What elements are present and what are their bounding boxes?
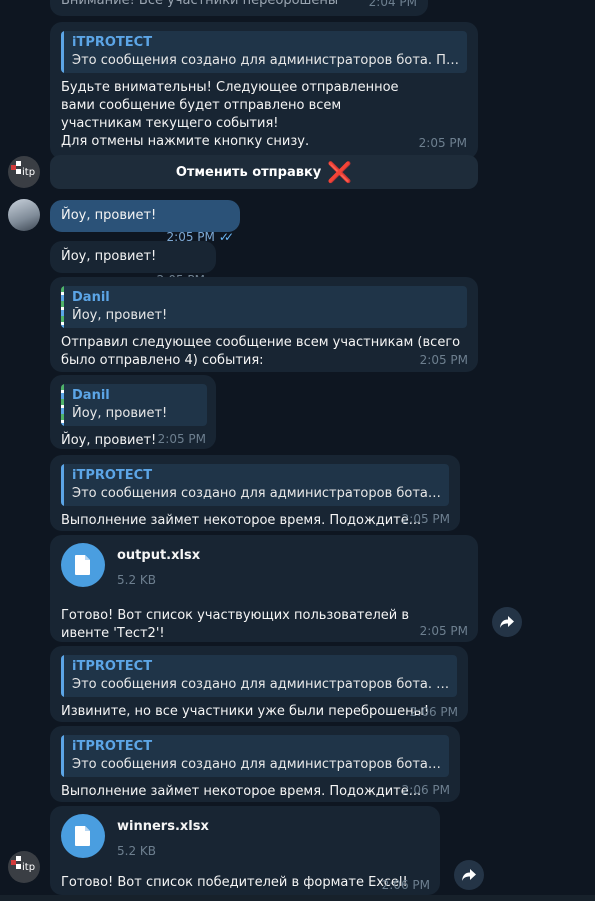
message-bubble: iTPROTECT Это сообщения создано для адми… [50, 726, 460, 802]
user-avatar[interactable] [8, 199, 40, 231]
file-attachment[interactable]: winners.xlsx 5.2 KB [61, 814, 429, 860]
quote-author: Danil [72, 290, 110, 305]
reply-quote[interactable]: Danil Йоу, провиет! [61, 286, 467, 328]
file-name[interactable]: winners.xlsx [117, 818, 209, 836]
message-bubble: iTPROTECT Это сообщения создано для адми… [50, 22, 478, 159]
file-icon[interactable] [61, 814, 105, 858]
message-time: 2:05 PM [419, 624, 468, 638]
itp-logo-icon: itp [11, 856, 35, 873]
message-bubble-outgoing: Йоу, провиет! 2:05 PM ✓✓ [50, 200, 240, 244]
message-text: Готово! Вот список победителей в формате… [61, 875, 408, 890]
double-check-icon: ✓✓ [218, 230, 234, 244]
message-time: 2:05 PM [418, 136, 467, 150]
message-time: 2:06 PM [409, 705, 458, 719]
quote-text: Йоу, провиет! [72, 308, 168, 323]
message-text: Йоу, провиет! [61, 208, 157, 223]
reply-quote[interactable]: iTPROTECT Это сообщения создано для адми… [61, 464, 449, 506]
message-bubble: Danil Йоу, провиет! Йоу, провиет! 2:05 P… [50, 375, 216, 449]
message-time: 2:06 PM [401, 783, 450, 797]
quote-text: Это сообщения создано для администраторо… [72, 486, 443, 501]
forward-button[interactable] [454, 860, 484, 890]
quote-author: iTPROTECT [72, 468, 153, 483]
document-icon [75, 826, 90, 846]
reply-quote[interactable]: Danil Йоу, провиет! [61, 384, 207, 426]
quote-author: iTPROTECT [72, 659, 153, 674]
file-message-bubble: winners.xlsx 5.2 KB Готово! Вот список п… [50, 806, 440, 895]
reply-quote[interactable]: iTPROTECT Это сообщения создано для адми… [61, 735, 449, 777]
file-size: 5.2 KB [117, 573, 156, 587]
forward-button[interactable] [492, 607, 522, 637]
message-text: Внимание! Все участники переброшены [61, 0, 339, 8]
file-attachment[interactable]: output.xlsx 5.2 KB [61, 543, 467, 589]
message-bubble: iTPROTECT Это сообщения создано для адми… [50, 455, 460, 531]
cancel-send-label: Отменить отправку [175, 164, 322, 180]
forward-arrow-icon [500, 616, 514, 628]
message-time: 2:05 PM [401, 512, 450, 526]
message-text: Готово! Вот список участвующих пользоват… [61, 608, 410, 641]
message-text: Выполнение займет некоторое время. Подож… [61, 784, 422, 799]
message-bubble: 2:04 PM Внимание! Все участники переброш… [50, 0, 428, 16]
cross-icon: ❌ [327, 160, 353, 184]
quote-text: Это сообщения создано для администраторо… [72, 677, 451, 692]
message-text: Йоу, провиет! [61, 433, 157, 448]
avatar-label: itp [22, 167, 35, 178]
file-name[interactable]: output.xlsx [117, 547, 200, 565]
quote-text: Йоу, провиет! [72, 406, 168, 421]
bot-avatar[interactable]: itp [8, 156, 40, 188]
quote-text: Это сообщения создано для администраторо… [72, 757, 443, 772]
bot-avatar[interactable]: itp [8, 851, 40, 883]
composer-edge [0, 895, 595, 901]
message-text: Отправил следующее сообщение всем участн… [61, 335, 461, 368]
message-text: Выполнение займет некоторое время. Подож… [61, 513, 422, 528]
reply-quote[interactable]: iTPROTECT Это сообщения создано для адми… [61, 31, 467, 73]
cancel-send-button[interactable]: Отменить отправку ❌ [50, 155, 478, 189]
file-message-bubble: output.xlsx 5.2 KB Готово! Вот список уч… [50, 535, 478, 642]
quote-text: Это сообщения создано для администраторо… [72, 53, 461, 68]
message-bubble: Йоу, провиет! 2:05 PM [50, 241, 216, 287]
message-time: 2:06 PM [381, 878, 430, 892]
message-time: 2:05 PM [419, 353, 468, 367]
message-text: Йоу, провиет! [61, 249, 157, 264]
message-text: Будьте внимательны! Следующее отправленн… [61, 80, 399, 149]
file-size: 5.2 KB [117, 844, 156, 858]
message-text: Извините, но все участники уже были пере… [61, 704, 430, 719]
forward-arrow-icon [462, 869, 476, 881]
itp-logo-icon: itp [11, 161, 35, 178]
reply-quote[interactable]: iTPROTECT Это сообщения создано для адми… [61, 655, 457, 697]
message-time: 2:04 PM [368, 0, 417, 9]
document-icon [75, 555, 90, 575]
message-time: 2:05 PM [157, 432, 206, 446]
message-bubble: iTPROTECT Это сообщения создано для адми… [50, 646, 468, 722]
quote-author: Danil [72, 388, 110, 403]
message-bubble: Danil Йоу, провиет! Отправил следующее с… [50, 277, 478, 372]
quote-author: iTPROTECT [72, 739, 153, 754]
quote-author: iTPROTECT [72, 35, 153, 50]
file-icon[interactable] [61, 543, 105, 587]
avatar-label: itp [22, 862, 35, 873]
